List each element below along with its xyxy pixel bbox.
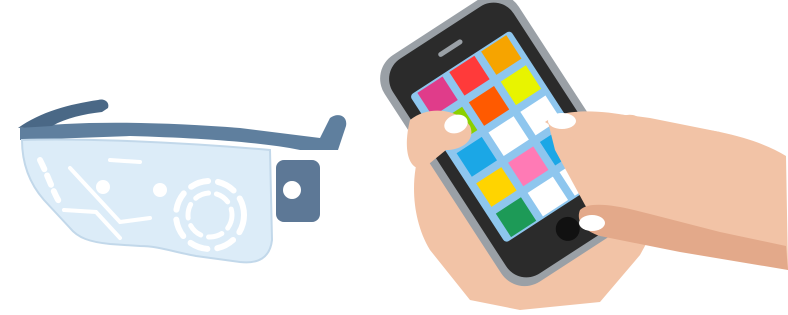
hud-node	[153, 183, 167, 197]
illustration-canvas	[0, 0, 788, 315]
smartphone-in-hand	[380, 0, 788, 310]
hud-node	[96, 180, 110, 194]
finger-nail	[579, 215, 605, 231]
camera-lens	[283, 181, 301, 199]
smart-glasses	[18, 99, 347, 264]
finger-nail	[548, 113, 576, 129]
illustration-svg	[18, 0, 788, 310]
